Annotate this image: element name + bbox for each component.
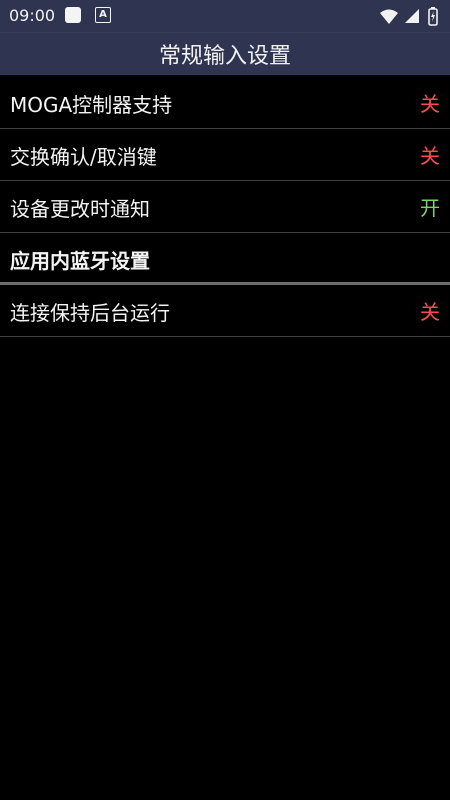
setting-value: 开 bbox=[420, 196, 440, 220]
settings-list: MOGA控制器支持 关 交换确认/取消键 关 设备更改时通知 开 应用内蓝牙设置… bbox=[0, 77, 450, 337]
battery-charging-icon bbox=[428, 7, 438, 26]
setting-label: MOGA控制器支持 bbox=[10, 93, 173, 117]
title-bar: 常规输入设置 bbox=[0, 32, 450, 75]
setting-row-moga-controller-support[interactable]: MOGA控制器支持 关 bbox=[0, 77, 450, 129]
setting-value: 关 bbox=[420, 144, 440, 168]
setting-value: 关 bbox=[420, 92, 440, 116]
cell-signal-icon bbox=[405, 9, 419, 23]
setting-value: 关 bbox=[420, 300, 440, 324]
setting-label: 设备更改时通知 bbox=[10, 197, 150, 221]
status-indicators bbox=[379, 6, 441, 26]
setting-row-device-change-notification[interactable]: 设备更改时通知 开 bbox=[0, 181, 450, 233]
setting-label: 应用内蓝牙设置 bbox=[10, 249, 150, 273]
setting-label: 连接保持后台运行 bbox=[10, 301, 170, 325]
status-bar: 09:00 A bbox=[0, 0, 450, 32]
a-icon: A bbox=[95, 7, 111, 23]
square-app-icon bbox=[65, 7, 81, 23]
setting-row-swap-confirm-cancel-keys[interactable]: 交换确认/取消键 关 bbox=[0, 129, 450, 181]
setting-row-in-app-bluetooth-settings[interactable]: 应用内蓝牙设置 bbox=[0, 233, 450, 285]
setting-row-keep-connection-background[interactable]: 连接保持后台运行 关 bbox=[0, 285, 450, 337]
wifi-icon bbox=[380, 9, 398, 24]
status-time: 09:00 bbox=[9, 6, 56, 25]
setting-label: 交换确认/取消键 bbox=[10, 145, 157, 169]
page-title: 常规输入设置 bbox=[158, 44, 291, 69]
